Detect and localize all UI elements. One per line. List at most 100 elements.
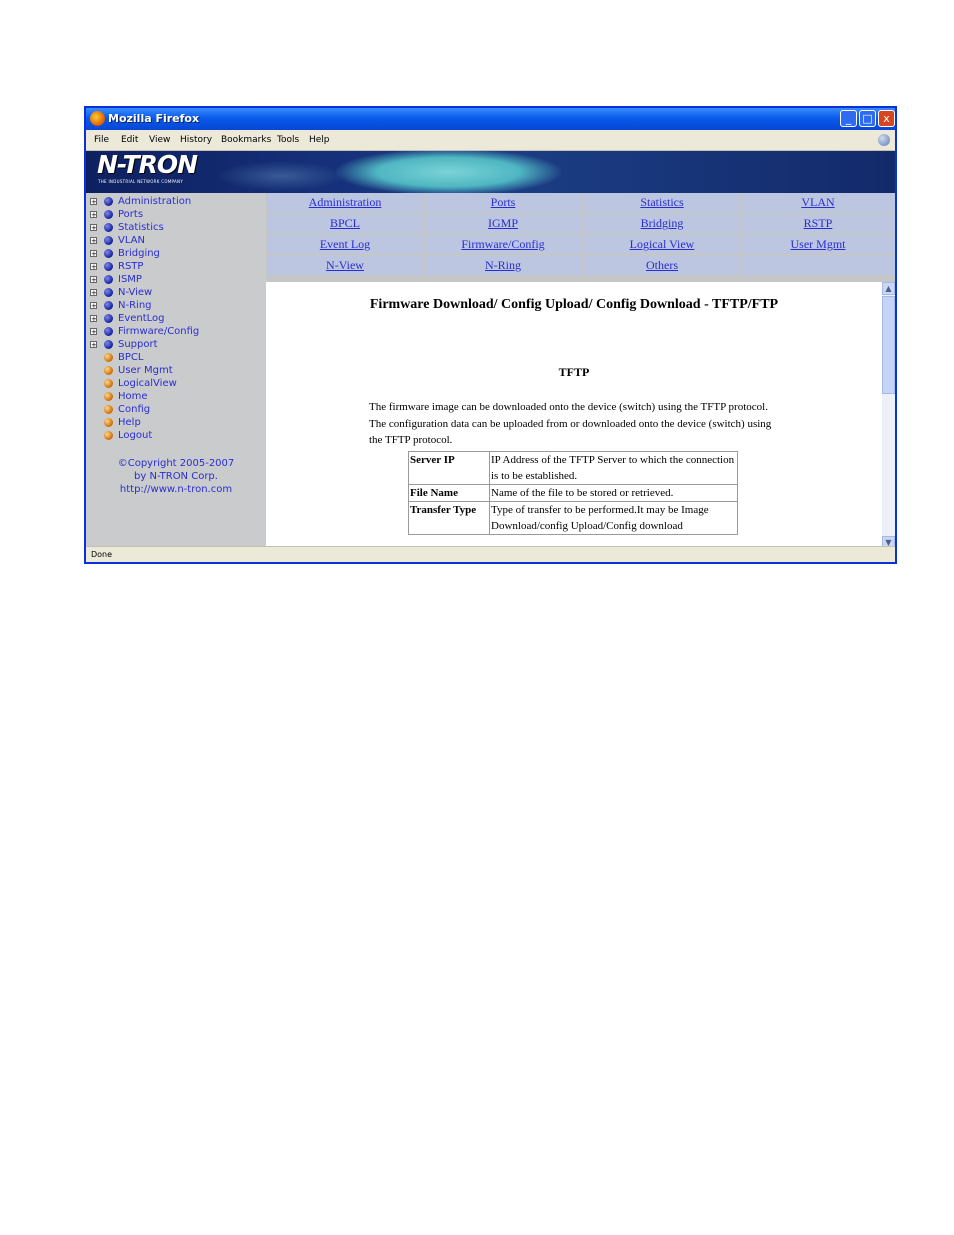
nav-grid: Administration Ports Statistics VLAN BPC… xyxy=(266,193,895,282)
folder-bullet-icon xyxy=(104,275,113,284)
tree-item-label: Help xyxy=(118,417,141,428)
nav-link-bpcl[interactable]: BPCL xyxy=(267,214,423,233)
tree-item-label: EventLog xyxy=(118,313,165,324)
field-description-cell: IP Address of the TFTP Server to which t… xyxy=(489,451,738,485)
page-bullet-icon xyxy=(104,379,113,388)
expand-icon[interactable]: + xyxy=(90,289,97,297)
nav-link-bridging[interactable]: Bridging xyxy=(584,214,740,233)
nav-link-igmp[interactable]: IGMP xyxy=(425,214,581,233)
page-bullet-icon xyxy=(104,366,113,375)
title-bar[interactable]: Mozilla Firefox _ □ x xyxy=(86,108,895,130)
tree-item-label: BPCL xyxy=(118,352,144,363)
menu-file[interactable]: File xyxy=(94,130,109,150)
ntron-logo: N-TRON THE INDUSTRIAL NETWORK COMPANY xyxy=(97,151,209,188)
table-row: File Name Name of the file to be stored … xyxy=(408,484,738,502)
tree-item-label: N-View xyxy=(118,287,153,298)
nav-link-ports[interactable]: Ports xyxy=(425,193,581,212)
tree-item-label: Statistics xyxy=(118,222,164,233)
copyright-notice: ©Copyright 2005-2007 by N-TRON Corp. htt… xyxy=(86,457,266,496)
expand-icon[interactable]: + xyxy=(90,250,97,258)
page-title: Firmware Download/ Config Upload/ Config… xyxy=(369,297,779,312)
field-name-cell: File Name xyxy=(408,484,490,502)
field-description-cell: Type of transfer to be performed.It may … xyxy=(489,501,738,535)
company-url-link[interactable]: http://www.n-tron.com xyxy=(86,483,266,496)
field-description-table: Server IP IP Address of the TFTP Server … xyxy=(408,451,738,535)
menu-edit[interactable]: Edit xyxy=(121,130,138,150)
folder-bullet-icon xyxy=(104,262,113,271)
menu-view[interactable]: View xyxy=(149,130,170,150)
nav-link-event-log[interactable]: Event Log xyxy=(267,235,423,254)
status-text: Done xyxy=(91,550,113,559)
nav-link-n-ring[interactable]: N-Ring xyxy=(425,256,581,275)
folder-bullet-icon xyxy=(104,223,113,232)
status-bar: Done xyxy=(86,546,895,562)
vertical-scrollbar[interactable]: ▲ ▼ xyxy=(882,282,895,549)
expand-icon[interactable]: + xyxy=(90,237,97,245)
nav-link-vlan[interactable]: VLAN xyxy=(741,193,895,212)
nav-link-rstp[interactable]: RSTP xyxy=(741,214,895,233)
page-bullet-icon xyxy=(104,405,113,414)
menu-help[interactable]: Help xyxy=(309,130,330,150)
expand-icon[interactable]: + xyxy=(90,198,97,206)
close-button[interactable]: x xyxy=(878,110,895,127)
folder-bullet-icon xyxy=(104,197,113,206)
field-description-cell: Name of the file to be stored or retriev… xyxy=(489,484,738,502)
page-bullet-icon xyxy=(104,418,113,427)
tree-item-label: Firmware/Config xyxy=(118,326,200,337)
tree-item-label: User Mgmt xyxy=(118,365,173,376)
nav-cell-empty xyxy=(741,256,895,275)
expand-icon[interactable]: + xyxy=(90,302,97,310)
nav-link-others[interactable]: Others xyxy=(584,256,740,275)
banner-graphic xyxy=(216,161,346,191)
expand-icon[interactable]: + xyxy=(90,211,97,219)
maximize-button[interactable]: □ xyxy=(859,110,876,127)
expand-icon[interactable]: + xyxy=(90,224,97,232)
throbber-icon xyxy=(878,134,890,146)
menu-bar: File Edit View History Bookmarks Tools H… xyxy=(86,130,895,151)
sidebar-tree: + Administration + Ports + Statistics + VLAN… xyxy=(86,193,266,549)
minimize-button[interactable]: _ xyxy=(840,110,857,127)
nav-link-user-mgmt[interactable]: User Mgmt xyxy=(741,235,895,254)
nav-link-n-view[interactable]: N-View xyxy=(267,256,423,275)
page-bullet-icon xyxy=(104,431,113,440)
expand-icon[interactable]: + xyxy=(90,328,97,336)
main-content: Administration Ports Statistics VLAN BPC… xyxy=(266,193,895,549)
tree-item-label: ISMP xyxy=(118,274,142,285)
nav-link-logical-view[interactable]: Logical View xyxy=(584,235,740,254)
scroll-thumb[interactable] xyxy=(882,296,895,394)
expand-icon[interactable]: + xyxy=(90,315,97,323)
logo-text: N-TRON xyxy=(97,151,198,179)
copyright-line: ©Copyright 2005-2007 xyxy=(117,458,235,469)
tree-item-label: Support xyxy=(118,339,158,350)
menu-bookmarks[interactable]: Bookmarks xyxy=(221,130,271,150)
tree-item-label: RSTP xyxy=(118,261,144,272)
logo-tagline: THE INDUSTRIAL NETWORK COMPANY xyxy=(98,179,184,184)
tree-item-label: Home xyxy=(118,391,148,402)
browser-window: Mozilla Firefox _ □ x File Edit View His… xyxy=(84,106,897,564)
folder-bullet-icon xyxy=(104,327,113,336)
menu-history[interactable]: History xyxy=(180,130,212,150)
expand-icon[interactable]: + xyxy=(90,276,97,284)
folder-bullet-icon xyxy=(104,249,113,258)
tree-item-label: N-Ring xyxy=(118,300,152,311)
folder-bullet-icon xyxy=(104,314,113,323)
folder-bullet-icon xyxy=(104,210,113,219)
copyright-company: by N-TRON Corp. xyxy=(134,471,218,482)
tree-item-label: LogicalView xyxy=(118,378,177,389)
section-heading-tftp: TFTP xyxy=(558,365,590,379)
field-name-cell: Transfer Type xyxy=(408,501,490,535)
menu-tools[interactable]: Tools xyxy=(277,130,299,150)
tree-item-label: Ports xyxy=(118,209,144,220)
field-name-cell: Server IP xyxy=(408,451,490,485)
expand-icon[interactable]: + xyxy=(90,263,97,271)
scroll-up-arrow-icon[interactable]: ▲ xyxy=(882,282,895,295)
nav-link-administration[interactable]: Administration xyxy=(267,193,423,212)
nav-link-statistics[interactable]: Statistics xyxy=(584,193,740,212)
nav-link-firmware-config[interactable]: Firmware/Config xyxy=(425,235,581,254)
tree-item-label: Administration xyxy=(118,196,192,207)
header-banner: N-TRON THE INDUSTRIAL NETWORK COMPANY xyxy=(86,151,895,193)
table-row: Transfer Type Type of transfer to be per… xyxy=(408,501,738,535)
expand-icon[interactable]: + xyxy=(90,341,97,349)
tree-item-label: VLAN xyxy=(118,235,145,246)
folder-bullet-icon xyxy=(104,236,113,245)
